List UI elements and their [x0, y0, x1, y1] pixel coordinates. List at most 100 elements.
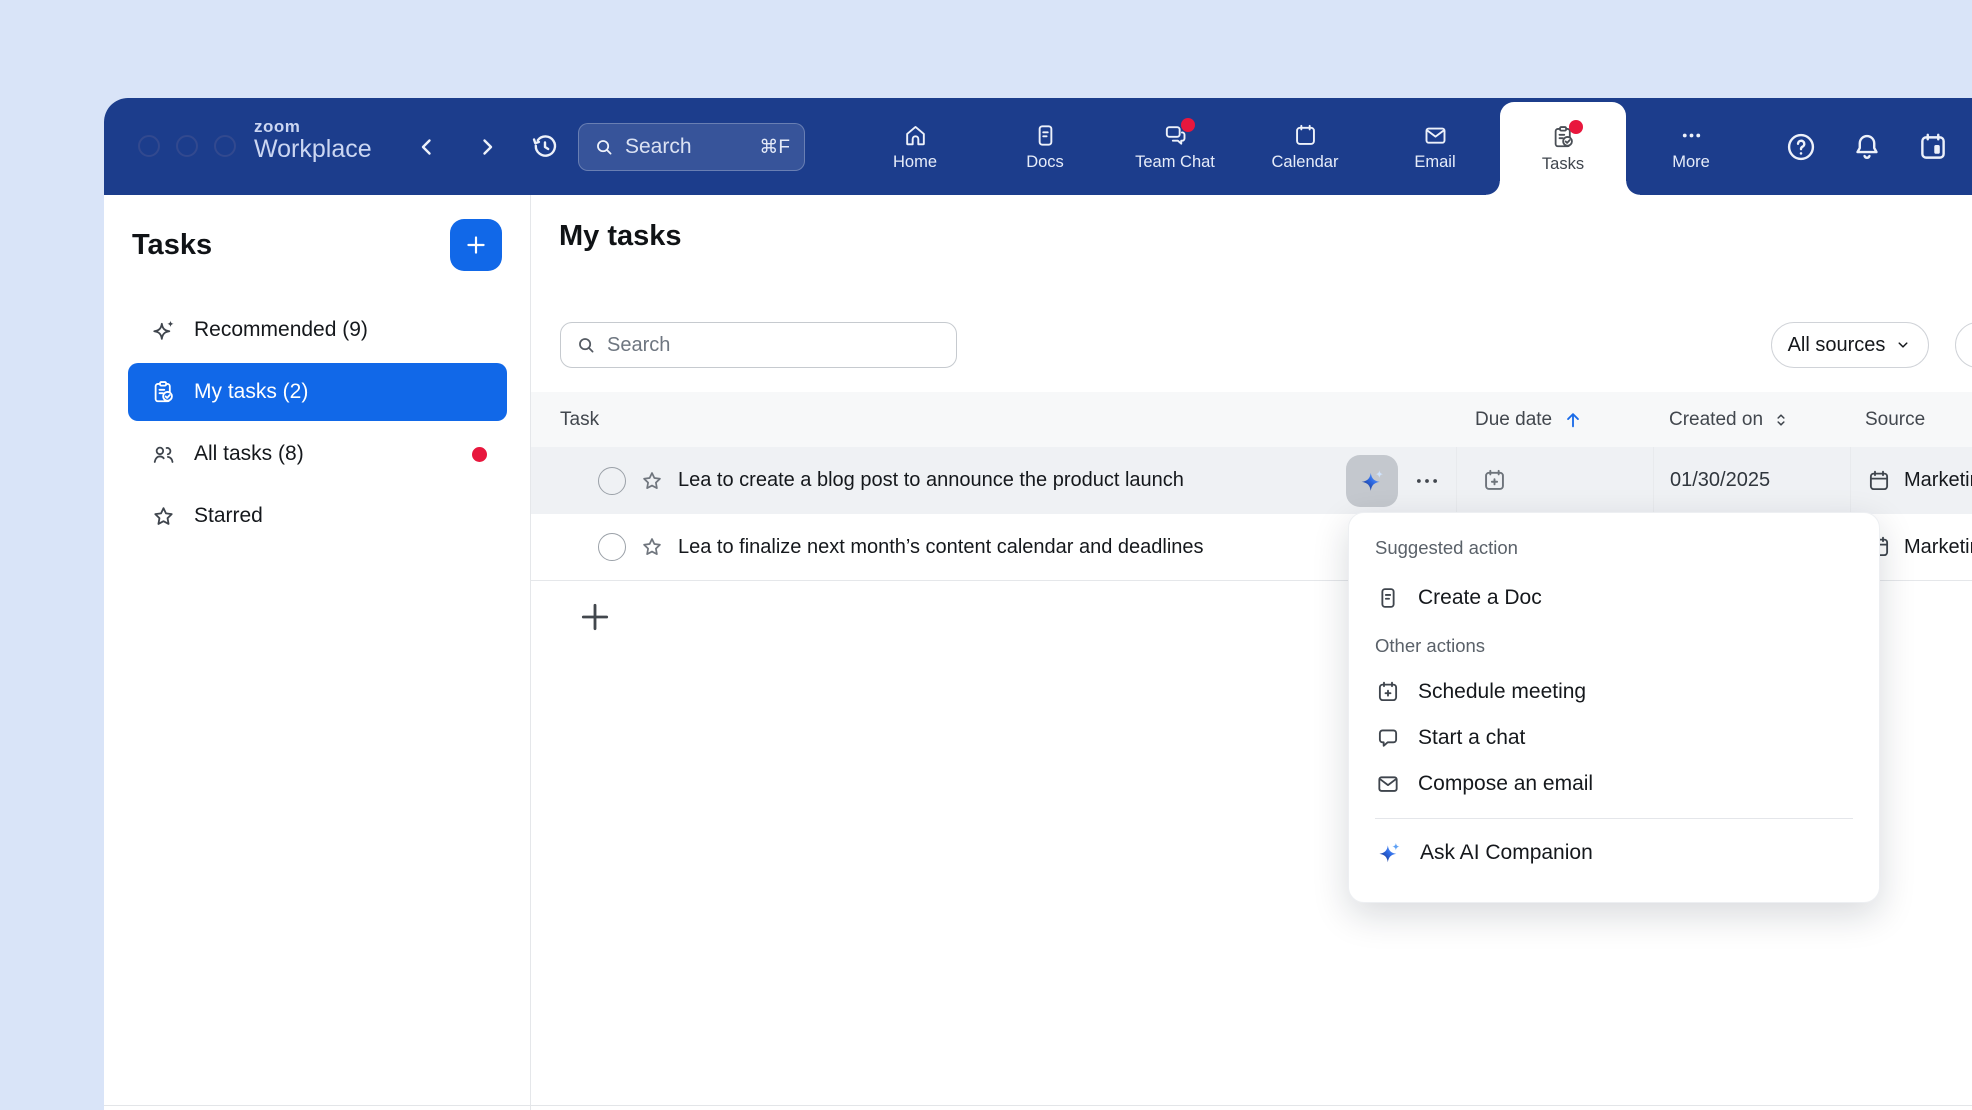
- clipboard-check-icon: [150, 379, 177, 406]
- people-icon: [150, 441, 177, 468]
- primary-nav: Home Docs Team Cha: [850, 98, 1756, 195]
- sidebar-item-my-tasks[interactable]: My tasks (2): [128, 363, 507, 421]
- source-value: Marketing: [1904, 469, 1972, 492]
- notifications-button[interactable]: [1850, 130, 1884, 164]
- ai-sparkle-icon: [1357, 466, 1387, 496]
- tasks-badge: [1569, 120, 1583, 134]
- add-due-date-button[interactable]: [1481, 467, 1508, 494]
- email-icon: [1375, 771, 1401, 797]
- filter-label: All sources: [1788, 334, 1886, 357]
- top-navbar: zoom Workplace: [104, 98, 1972, 195]
- minimize-button[interactable]: [176, 135, 198, 157]
- star-icon: [150, 503, 177, 530]
- nav-item-email[interactable]: Email: [1370, 98, 1500, 195]
- more-actions-button[interactable]: [1412, 466, 1442, 496]
- new-task-button[interactable]: [450, 219, 502, 271]
- sort-icon: [1771, 410, 1791, 430]
- logo-zoom-text: zoom: [254, 118, 372, 136]
- sidebar-item-all-tasks[interactable]: All tasks (8): [128, 425, 507, 483]
- sidebar-item-label: All tasks (8): [194, 442, 304, 466]
- calendar-icon: [1866, 468, 1892, 494]
- menu-item-label: Ask AI Companion: [1420, 841, 1593, 865]
- add-task-button[interactable]: [575, 597, 615, 637]
- clipped-filter-button[interactable]: [1955, 322, 1972, 368]
- nav-item-team-chat[interactable]: Team Chat: [1110, 98, 1240, 195]
- close-button[interactable]: [138, 135, 160, 157]
- menu-section-label: Suggested action: [1375, 537, 1853, 559]
- source-cell: Marketing: [1850, 447, 1972, 514]
- ai-companion-icon: [1375, 839, 1403, 867]
- forward-button[interactable]: [472, 132, 502, 162]
- team-chat-badge: [1181, 118, 1195, 132]
- suggested-actions-menu: Suggested action Create a Doc Other acti…: [1348, 512, 1880, 903]
- tasks-icon: [1550, 124, 1577, 151]
- sidebar-item-label: Starred: [194, 504, 263, 528]
- menu-section-label: Other actions: [1375, 635, 1853, 657]
- sidebar-item-label: Recommended (9): [194, 318, 368, 342]
- navbar-right-actions: [1784, 98, 1950, 195]
- menu-item-label: Schedule meeting: [1418, 680, 1586, 704]
- global-search: ⌘F: [578, 123, 805, 171]
- my-tasks-panel: My tasks All sources Task Due date: [531, 195, 1972, 1110]
- chat-bubble-icon: [1375, 725, 1401, 751]
- task-complete-checkbox[interactable]: [598, 533, 626, 561]
- column-header-source[interactable]: Source: [1850, 392, 1972, 447]
- maximize-button[interactable]: [214, 135, 236, 157]
- menu-item-ask-ai-companion[interactable]: Ask AI Companion: [1375, 830, 1853, 876]
- nav-label: Home: [893, 153, 937, 172]
- column-header-task[interactable]: Task: [531, 392, 1456, 447]
- menu-item-label: Start a chat: [1418, 726, 1525, 750]
- nav-item-home[interactable]: Home: [850, 98, 980, 195]
- task-search: [560, 322, 957, 368]
- nav-label: Calendar: [1272, 153, 1339, 172]
- global-search-input[interactable]: [625, 135, 749, 159]
- nav-label: More: [1672, 153, 1710, 172]
- search-icon: [575, 334, 597, 356]
- help-button[interactable]: [1784, 130, 1818, 164]
- back-button[interactable]: [412, 132, 442, 162]
- window-bottom-edge: [104, 1105, 1972, 1106]
- zoom-workplace-logo: zoom Workplace: [254, 118, 372, 162]
- sparkle-icon: [150, 317, 177, 344]
- all-sources-dropdown[interactable]: All sources: [1771, 322, 1929, 368]
- task-complete-checkbox[interactable]: [598, 467, 626, 495]
- sidebar-item-recommended[interactable]: Recommended (9): [128, 301, 507, 359]
- task-search-input[interactable]: [607, 334, 942, 357]
- calendar-icon: [1292, 122, 1319, 149]
- logo-workplace-text: Workplace: [254, 136, 372, 162]
- nav-label: Tasks: [1542, 155, 1584, 174]
- task-title: Lea to create a blog post to announce th…: [678, 469, 1184, 492]
- star-icon[interactable]: [639, 534, 665, 560]
- nav-label: Team Chat: [1135, 153, 1215, 172]
- nav-item-calendar[interactable]: Calendar: [1240, 98, 1370, 195]
- app-window: zoom Workplace: [104, 98, 1972, 1110]
- history-icon: [529, 131, 561, 163]
- nav-item-more[interactable]: More: [1626, 98, 1756, 195]
- nav-label: Docs: [1026, 153, 1064, 172]
- history-button[interactable]: [528, 130, 562, 164]
- table-row[interactable]: Lea to create a blog post to announce th…: [531, 447, 1972, 514]
- email-icon: [1422, 122, 1449, 149]
- menu-item-label: Create a Doc: [1418, 586, 1542, 610]
- column-label: Due date: [1475, 409, 1552, 431]
- menu-item-compose-email[interactable]: Compose an email: [1375, 761, 1853, 807]
- menu-item-label: Compose an email: [1418, 772, 1593, 796]
- help-icon: [1784, 130, 1818, 164]
- sidebar-item-starred[interactable]: Starred: [128, 487, 507, 545]
- sort-ascending-icon: [1562, 409, 1584, 431]
- menu-item-start-chat[interactable]: Start a chat: [1375, 715, 1853, 761]
- column-header-created-on[interactable]: Created on: [1653, 392, 1850, 447]
- schedule-panel-button[interactable]: [1916, 130, 1950, 164]
- calendar-plus-icon: [1375, 679, 1401, 705]
- table-header: Task Due date Created on Source: [531, 392, 1972, 447]
- menu-item-schedule-meeting[interactable]: Schedule meeting: [1375, 669, 1853, 715]
- more-icon: [1678, 122, 1705, 149]
- menu-item-create-doc[interactable]: Create a Doc: [1375, 575, 1853, 621]
- nav-item-docs[interactable]: Docs: [980, 98, 1110, 195]
- star-icon[interactable]: [639, 468, 665, 494]
- nav-item-tasks-active[interactable]: Tasks: [1500, 102, 1626, 195]
- sidebar-item-label: My tasks (2): [194, 380, 308, 404]
- docs-icon: [1032, 122, 1059, 149]
- ai-companion-button[interactable]: [1346, 455, 1398, 507]
- column-header-due-date[interactable]: Due date: [1456, 392, 1653, 447]
